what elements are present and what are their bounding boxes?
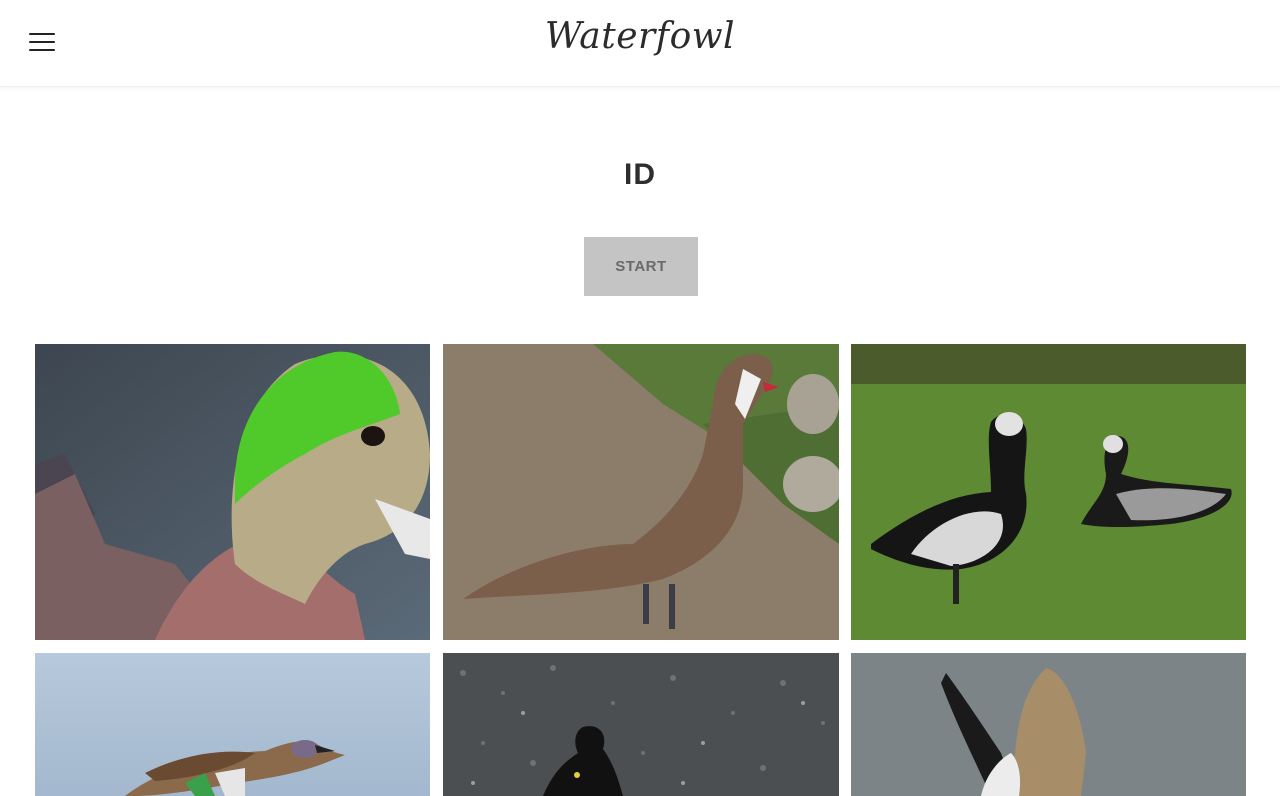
pintail-photo — [443, 344, 839, 640]
site-title[interactable]: Waterfowl — [0, 16, 1280, 57]
barnacle-geese-photo — [851, 344, 1246, 640]
wigeon-photo — [35, 344, 430, 640]
teal-photo — [35, 653, 430, 796]
gallery-tile-scoter[interactable] — [443, 653, 839, 796]
gallery-tile-teal[interactable] — [35, 653, 430, 796]
gallery-tile-pintail[interactable] — [443, 344, 839, 640]
start-button[interactable]: START — [584, 237, 698, 296]
gallery-tile-barnacle-geese[interactable] — [851, 344, 1246, 640]
goose-wings-photo — [851, 653, 1246, 796]
scoter-photo — [443, 653, 839, 796]
gallery-tile-wigeon[interactable] — [35, 344, 430, 640]
page-title: ID — [624, 158, 656, 191]
gallery-tile-goose-wings[interactable] — [851, 653, 1246, 796]
site-header: Waterfowl — [0, 0, 1280, 87]
